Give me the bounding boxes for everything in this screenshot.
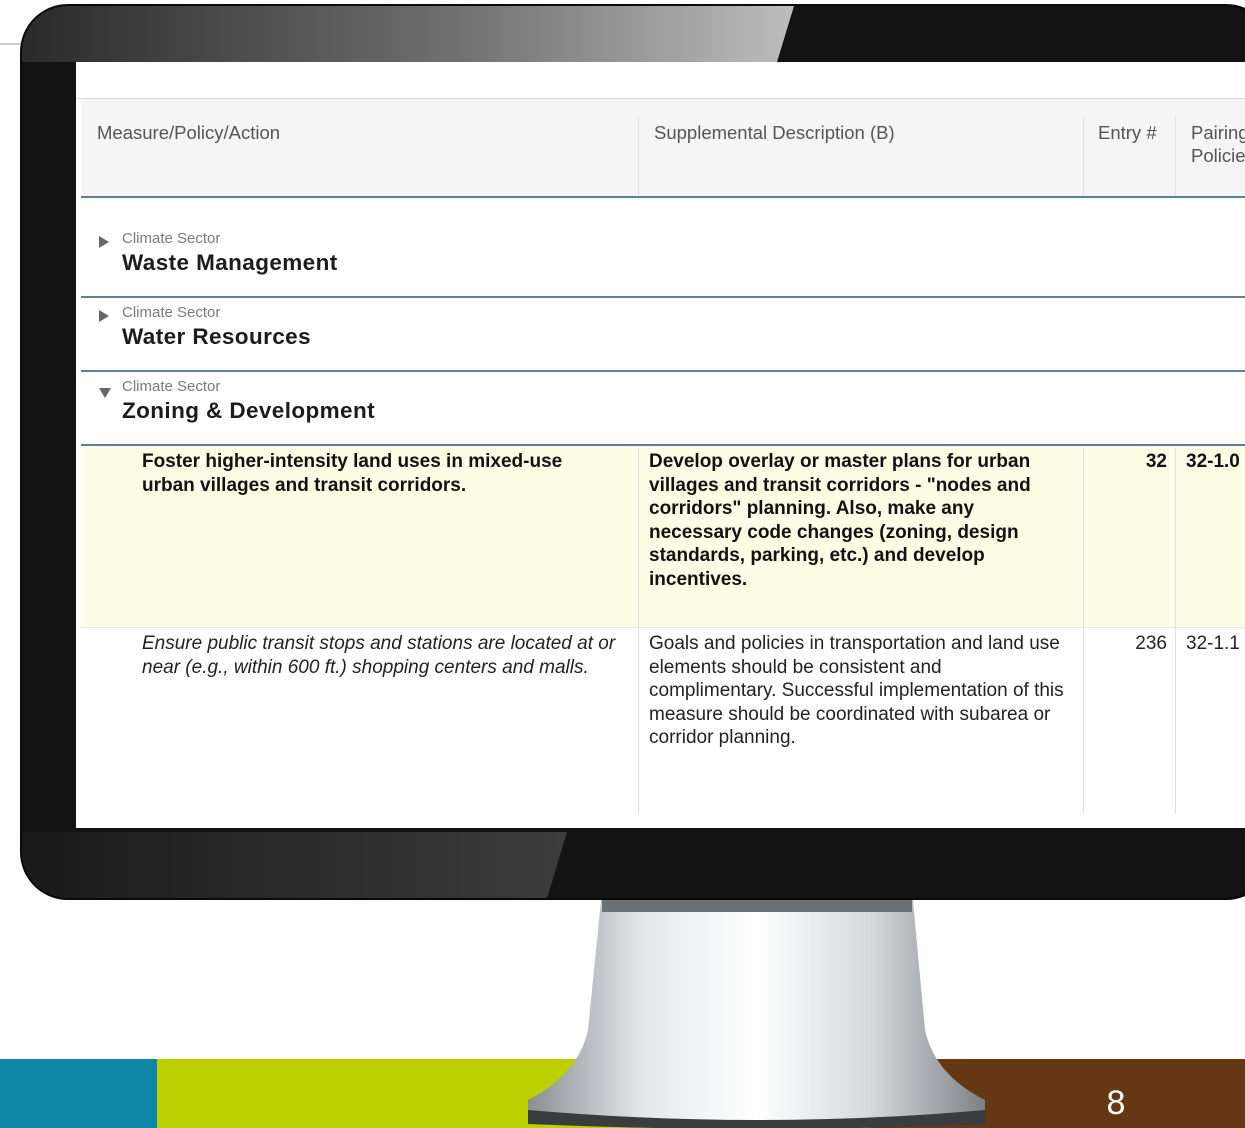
column-divider (638, 448, 639, 814)
measure-cell: Foster higher-intensity land uses in mix… (142, 451, 563, 496)
monitor-bezel: Measure/Policy/Action Supplemental Descr… (22, 6, 1245, 898)
column-divider (1083, 117, 1084, 195)
column-header-pairing[interactable]: Pairing Policies (1191, 121, 1245, 167)
column-divider (1083, 448, 1084, 814)
entry-cell: 236 (1135, 633, 1167, 654)
table-row[interactable]: Foster higher-intensity land uses in mix… (81, 446, 1245, 626)
column-divider (1175, 448, 1176, 814)
column-header-measure[interactable]: Measure/Policy/Action (97, 121, 280, 144)
collapse-caret-icon[interactable] (99, 388, 111, 398)
pairing-cell[interactable]: 32-1.0 (1186, 450, 1245, 474)
sector-name: Water Resources (122, 324, 311, 349)
expand-caret-icon[interactable] (99, 310, 109, 322)
sector-row-zoning-development[interactable]: Climate Sector Zoning & Development (81, 372, 1245, 446)
description-cell: Goals and policies in transportation and… (649, 633, 1064, 749)
pairing-cell[interactable]: 32-1.1 (1186, 632, 1245, 656)
sector-row-water-resources[interactable]: Climate Sector Water Resources (81, 298, 1245, 372)
column-divider (1175, 117, 1176, 195)
description-cell: Develop overlay or master plans for urba… (649, 451, 1031, 590)
column-divider (638, 117, 639, 195)
sector-caption: Climate Sector (122, 304, 221, 321)
page-number: 8 (1106, 1084, 1126, 1122)
sector-caption: Climate Sector (122, 378, 221, 395)
table-header: Measure/Policy/Action Supplemental Descr… (81, 99, 1245, 198)
entry-cell: 32 (1145, 451, 1167, 472)
table-row[interactable]: Ensure public transit stops and stations… (81, 627, 1245, 814)
sector-caption: Climate Sector (122, 230, 221, 247)
sector-row-waste-management[interactable]: Climate Sector Waste Management (81, 224, 1245, 298)
sector-name: Zoning & Development (122, 398, 376, 423)
column-header-description[interactable]: Supplemental Description (B) (654, 121, 895, 144)
measure-cell: Ensure public transit stops and stations… (142, 633, 616, 678)
column-header-entry[interactable]: Entry # (1098, 121, 1157, 144)
sector-name: Waste Management (122, 250, 338, 275)
screen: Measure/Policy/Action Supplemental Descr… (76, 62, 1245, 828)
expand-caret-icon[interactable] (99, 236, 109, 248)
